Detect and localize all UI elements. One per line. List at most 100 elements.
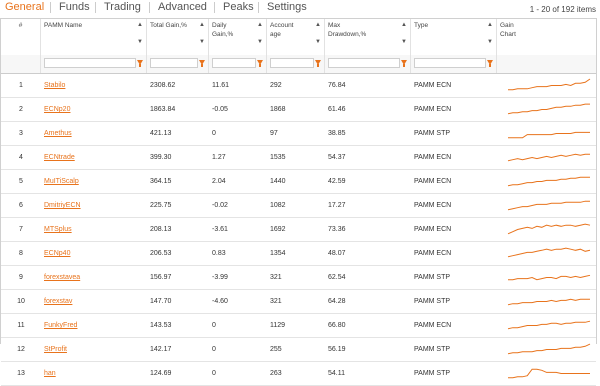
- table-row[interactable]: 5 MuITiScalp 364.15 2.04 1440 42.59 PAMM ECN: [1, 170, 596, 194]
- tab-general[interactable]: General: [5, 0, 44, 14]
- max-drawdown-value: 66.80: [328, 322, 346, 329]
- pamm-name-cell: Amethus: [41, 122, 147, 145]
- filter-drawdown-input[interactable]: [328, 58, 400, 68]
- table-row[interactable]: 9 forexstavea 156.97 -3.99 321 62.54 PAMM STP: [1, 266, 596, 290]
- pamm-name-link[interactable]: ECNp20: [44, 106, 70, 113]
- tab-funds[interactable]: Funds: [59, 0, 90, 14]
- account-age-value: 1692: [270, 226, 286, 233]
- filter-icon[interactable]: [315, 60, 321, 67]
- col-header-gain[interactable]: Total Gain,% ▲ ▼: [147, 19, 209, 55]
- col-header-type[interactable]: Type ▲ ▼: [411, 19, 497, 55]
- pamm-name-link[interactable]: DmitriyECN: [44, 202, 81, 209]
- pamm-name-link[interactable]: ECNtrade: [44, 154, 75, 161]
- sparkline-path: [507, 153, 590, 162]
- filter-type-input[interactable]: [414, 58, 486, 68]
- gain-sparkline: [507, 176, 590, 187]
- table-row[interactable]: 4 ECNtrade 399.30 1.27 1535 54.37 PAMM ECN: [1, 146, 596, 170]
- table-row[interactable]: 1 Stabilo 2308.62 11.61 292 76.84 PAMM ECN: [1, 74, 596, 98]
- max-drawdown-value: 54.37: [328, 154, 346, 161]
- max-drawdown-value: 42.59: [328, 178, 346, 185]
- filter-age-input[interactable]: [270, 58, 314, 68]
- tab-peaks[interactable]: Peaks: [223, 0, 254, 14]
- sort-desc-icon[interactable]: ▼: [137, 38, 143, 47]
- table-row[interactable]: 11 FunkyFred 143.53 0 1129 66.80 PAMM ECN: [1, 314, 596, 338]
- filter-cell-gain: [147, 55, 209, 73]
- col-header-daily[interactable]: Daily Gain,% ▲ ▼: [209, 19, 267, 55]
- max-drawdown-value: 56.19: [328, 346, 346, 353]
- sort-desc-icon[interactable]: ▼: [315, 38, 321, 47]
- header-row: # PAMM Name ▲ ▼ Total Gain,% ▲ ▼ Daily Gain,…: [1, 19, 596, 56]
- type-value: PAMM STP: [414, 298, 451, 305]
- row-number: 1: [19, 82, 23, 89]
- sort-asc-icon[interactable]: ▲: [401, 21, 407, 30]
- gain-sparkline: [507, 153, 590, 162]
- gain-sparkline: [508, 274, 591, 281]
- table-row[interactable]: 10 forexstav 147.70 -4.60 321 64.28 PAMM STP: [1, 290, 596, 314]
- sort-asc-icon[interactable]: ▲: [315, 21, 321, 30]
- daily-gain-value: 2.04: [212, 178, 226, 185]
- sort-asc-icon[interactable]: ▲: [257, 21, 263, 30]
- pamm-name-link[interactable]: FunkyFred: [44, 322, 77, 329]
- table-row[interactable]: 8 ECNp40 206.53 0.83 1354 48.07 PAMM ECN: [1, 242, 596, 266]
- col-header-num[interactable]: #: [1, 19, 41, 55]
- daily-gain-value: 0: [212, 130, 216, 137]
- col-header-age[interactable]: Account age ▲ ▼: [267, 19, 325, 55]
- row-number: 11: [17, 322, 25, 329]
- filter-icon[interactable]: [199, 60, 205, 67]
- filter-icon[interactable]: [401, 60, 407, 67]
- tab-divider: [258, 2, 259, 13]
- col-chart-label: Gain Chart: [500, 22, 516, 38]
- table-row[interactable]: 13 han 124.69 0 263 54.11 PAMM STP: [1, 362, 596, 386]
- table-row[interactable]: 12 StProfit 142.17 0 255 56.19 PAMM STP: [1, 338, 596, 362]
- pamm-name-cell: ECNp20: [41, 98, 147, 121]
- filter-name-input[interactable]: [44, 58, 136, 68]
- sort-desc-icon[interactable]: ▼: [199, 38, 205, 47]
- pamm-name-link[interactable]: MuITiScalp: [44, 178, 79, 185]
- table-row[interactable]: 6 DmitriyECN 225.75 -0.02 1082 17.27 PAMM ECN: [1, 194, 596, 218]
- table-row[interactable]: 2 ECNp20 1863.84 -0.05 1868 61.46 PAMM ECN: [1, 98, 596, 122]
- gain-sparkline: [507, 298, 590, 306]
- pamm-name-link[interactable]: forexstav: [44, 298, 72, 305]
- total-gain-value: 399.30: [150, 154, 172, 161]
- account-age-value: 321: [270, 298, 282, 305]
- col-header-name[interactable]: PAMM Name ▲ ▼: [41, 19, 147, 55]
- pamm-name-cell: MTSplus: [41, 218, 147, 241]
- tab-advanced[interactable]: Advanced: [158, 0, 207, 14]
- table-row[interactable]: 3 Amethus 421.13 0 97 38.85 PAMM STP: [1, 122, 596, 146]
- sort-asc-icon[interactable]: ▲: [137, 21, 143, 30]
- pamm-name-link[interactable]: Amethus: [44, 130, 72, 137]
- row-number: 10: [17, 298, 25, 305]
- type-value: PAMM ECN: [414, 202, 452, 209]
- sort-desc-icon[interactable]: ▼: [257, 38, 263, 47]
- sort-asc-icon[interactable]: ▲: [199, 21, 205, 30]
- row-number: 6: [19, 202, 23, 209]
- pamm-name-link[interactable]: MTSplus: [44, 226, 72, 233]
- filter-gain-input[interactable]: [150, 58, 198, 68]
- pamm-name-link[interactable]: han: [44, 370, 56, 377]
- col-type-label: Type: [414, 22, 429, 29]
- filter-daily-input[interactable]: [212, 58, 256, 68]
- account-age-value: 321: [270, 274, 282, 281]
- pamm-name-link[interactable]: forexstavea: [44, 274, 80, 281]
- pamm-name-link[interactable]: StProfit: [44, 346, 67, 353]
- sort-asc-icon[interactable]: ▲: [487, 21, 493, 30]
- filter-icon[interactable]: [257, 60, 263, 67]
- tab-settings[interactable]: Settings: [267, 0, 307, 14]
- tab-trading[interactable]: Trading: [104, 0, 141, 14]
- filter-icon[interactable]: [487, 60, 493, 67]
- type-value: PAMM STP: [414, 370, 451, 377]
- pamm-name-link[interactable]: Stabilo: [44, 82, 65, 89]
- sparkline-path: [507, 247, 591, 258]
- sort-desc-icon[interactable]: ▼: [487, 38, 493, 47]
- table-row[interactable]: 7 MTSplus 208.13 -3.61 1692 73.36 PAMM ECN: [1, 218, 596, 242]
- sparkline-path: [508, 274, 591, 281]
- pamm-name-link[interactable]: ECNp40: [44, 250, 70, 257]
- sparkline-path: [508, 78, 591, 91]
- type-value: PAMM ECN: [414, 106, 452, 113]
- sort-desc-icon[interactable]: ▼: [401, 38, 407, 47]
- gain-sparkline: [508, 368, 590, 379]
- total-gain-value: 147.70: [150, 298, 172, 305]
- filter-icon[interactable]: [137, 60, 143, 67]
- col-name-label: PAMM Name: [44, 22, 83, 29]
- col-header-drawdown[interactable]: Max Drawdown,% ▲ ▼: [325, 19, 411, 55]
